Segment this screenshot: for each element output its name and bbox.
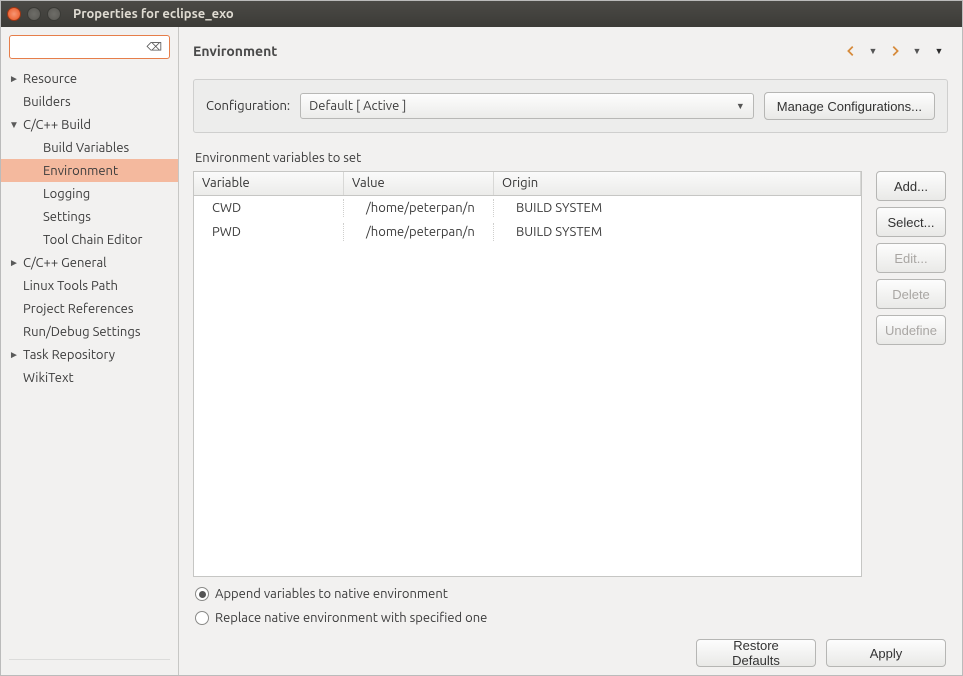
table-button-column: Add... Select... Edit... Delete Undefine bbox=[876, 171, 948, 577]
tree-item-resource[interactable]: ►Resource bbox=[1, 67, 178, 90]
tree-item-build-variables[interactable]: Build Variables bbox=[1, 136, 178, 159]
close-icon[interactable] bbox=[7, 7, 21, 21]
append-radio-label: Append variables to native environment bbox=[215, 587, 448, 601]
env-variables-table: Variable Value Origin CWD /home/peterpan… bbox=[193, 171, 862, 577]
env-variables-label: Environment variables to set bbox=[195, 151, 948, 165]
table-header: Variable Value Origin bbox=[194, 172, 861, 196]
tree-item-run-debug[interactable]: Run/Debug Settings bbox=[1, 320, 178, 343]
cell-variable: CWD bbox=[194, 199, 344, 217]
column-header-variable[interactable]: Variable bbox=[194, 172, 344, 195]
table-row[interactable]: CWD /home/peterpan/n BUILD SYSTEM bbox=[194, 196, 861, 220]
chevron-down-icon: ▼ bbox=[736, 101, 745, 111]
page-title: Environment bbox=[193, 43, 277, 59]
cell-origin: BUILD SYSTEM bbox=[494, 223, 861, 241]
sidebar-footer bbox=[9, 659, 170, 675]
edit-button[interactable]: Edit... bbox=[876, 243, 946, 273]
tree-item-cpp-build[interactable]: ▼C/C++ Build bbox=[1, 113, 178, 136]
append-radio[interactable] bbox=[195, 587, 209, 601]
apply-button[interactable]: Apply bbox=[826, 639, 946, 667]
column-header-value[interactable]: Value bbox=[344, 172, 494, 195]
column-header-origin[interactable]: Origin bbox=[494, 172, 861, 195]
properties-dialog: Properties for eclipse_exo ⌫ ►Resource ►… bbox=[0, 0, 963, 676]
nav-forward-menu-icon[interactable]: ▼ bbox=[908, 42, 926, 60]
table-row[interactable]: PWD /home/peterpan/n BUILD SYSTEM bbox=[194, 220, 861, 244]
undefine-button[interactable]: Undefine bbox=[876, 315, 946, 345]
replace-radio-label: Replace native environment with specifie… bbox=[215, 611, 487, 625]
add-button[interactable]: Add... bbox=[876, 171, 946, 201]
window-title: Properties for eclipse_exo bbox=[73, 7, 234, 21]
cell-variable: PWD bbox=[194, 223, 344, 241]
tree-item-settings[interactable]: Settings bbox=[1, 205, 178, 228]
category-sidebar: ⌫ ►Resource ►Builders ▼C/C++ Build Build… bbox=[1, 27, 179, 675]
clear-filter-icon[interactable]: ⌫ bbox=[146, 41, 162, 54]
restore-defaults-button[interactable]: Restore Defaults bbox=[696, 639, 816, 667]
replace-radio-row[interactable]: Replace native environment with specifie… bbox=[195, 611, 948, 625]
titlebar: Properties for eclipse_exo bbox=[1, 1, 962, 27]
configuration-panel: Configuration: Default [ Active ] ▼ Mana… bbox=[193, 79, 948, 133]
cell-value: /home/peterpan/n bbox=[344, 199, 494, 217]
table-body[interactable]: CWD /home/peterpan/n BUILD SYSTEM PWD /h… bbox=[194, 196, 861, 576]
page-menu-icon[interactable]: ▼ bbox=[930, 42, 948, 60]
category-tree: ►Resource ►Builders ▼C/C++ Build Build V… bbox=[1, 63, 178, 659]
configuration-label: Configuration: bbox=[206, 99, 290, 113]
tree-item-cpp-general[interactable]: ►C/C++ General bbox=[1, 251, 178, 274]
tree-item-project-references[interactable]: Project References bbox=[1, 297, 178, 320]
tree-item-tool-chain[interactable]: Tool Chain Editor bbox=[1, 228, 178, 251]
nav-forward-icon[interactable] bbox=[886, 42, 904, 60]
tree-item-task-repository[interactable]: ►Task Repository bbox=[1, 343, 178, 366]
configuration-select[interactable]: Default [ Active ] ▼ bbox=[300, 93, 754, 119]
tree-item-logging[interactable]: Logging bbox=[1, 182, 178, 205]
cell-origin: BUILD SYSTEM bbox=[494, 199, 861, 217]
page-footer: Restore Defaults Apply bbox=[193, 625, 948, 675]
select-button[interactable]: Select... bbox=[876, 207, 946, 237]
manage-configurations-button[interactable]: Manage Configurations... bbox=[764, 92, 935, 120]
maximize-icon[interactable] bbox=[47, 7, 61, 21]
tree-item-linux-tools[interactable]: Linux Tools Path bbox=[1, 274, 178, 297]
minimize-icon[interactable] bbox=[27, 7, 41, 21]
cell-value: /home/peterpan/n bbox=[344, 223, 494, 241]
properties-page: Environment ▼ ▼ ▼ Configuration: Default bbox=[179, 27, 962, 675]
tree-item-wikitext[interactable]: WikiText bbox=[1, 366, 178, 389]
tree-item-environment[interactable]: Environment bbox=[1, 159, 178, 182]
page-nav: ▼ ▼ ▼ bbox=[842, 42, 948, 60]
replace-radio[interactable] bbox=[195, 611, 209, 625]
configuration-value: Default [ Active ] bbox=[309, 99, 406, 113]
nav-back-menu-icon[interactable]: ▼ bbox=[864, 42, 882, 60]
tree-item-builders[interactable]: ►Builders bbox=[1, 90, 178, 113]
delete-button[interactable]: Delete bbox=[876, 279, 946, 309]
append-radio-row[interactable]: Append variables to native environment bbox=[195, 587, 948, 601]
nav-back-icon[interactable] bbox=[842, 42, 860, 60]
